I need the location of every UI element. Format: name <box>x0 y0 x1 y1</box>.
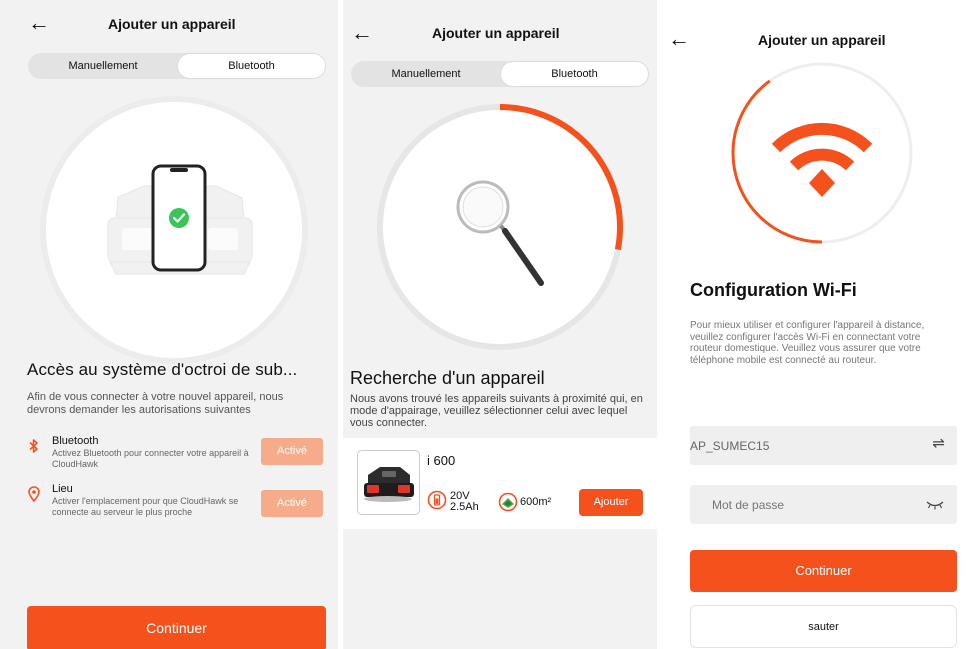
page-title: Ajouter un appareil <box>758 32 886 48</box>
tab-bluetooth[interactable]: Bluetooth <box>501 62 648 86</box>
battery-capacity: 2.5Ah <box>450 501 479 513</box>
device-card[interactable]: i 600 20V 2.5Ah 600m² Ajouter <box>343 438 657 529</box>
location-pin-icon <box>28 486 40 502</box>
wifi-configuration-screen: ← Ajouter un appareil Configuration Wi-F… <box>660 0 967 649</box>
lawn-area-icon <box>498 492 518 512</box>
continue-button[interactable]: Continuer <box>27 606 326 649</box>
password-input[interactable] <box>712 485 942 524</box>
check-icon <box>169 208 189 228</box>
skip-button[interactable]: sauter <box>690 605 957 648</box>
permission-bluetooth: Bluetooth Activez Bluetooth pour connect… <box>27 435 327 475</box>
permissions-heading: Accès au système d'octroi de sub... <box>27 360 298 379</box>
ssid-input[interactable] <box>690 426 920 465</box>
tab-manually[interactable]: Manuellement <box>351 61 501 87</box>
password-field[interactable] <box>690 485 957 524</box>
lawn-area: 600m² <box>520 496 552 508</box>
mode-tabs: Manuellement Bluetooth <box>351 61 649 87</box>
back-arrow-icon[interactable]: ← <box>351 22 373 44</box>
permission-description: Activez Bluetooth pour connecter votre a… <box>52 448 249 469</box>
eye-closed-icon[interactable] <box>925 499 945 511</box>
wifi-heading: Configuration Wi-Fi <box>690 280 857 300</box>
swap-arrows-icon[interactable]: ⇌ <box>932 436 945 451</box>
tab-manually[interactable]: Manuellement <box>28 53 178 79</box>
device-name: i 600 <box>427 453 456 468</box>
illustration-circle <box>40 96 308 364</box>
wifi-progress-ring <box>731 62 913 244</box>
continue-button[interactable]: Continuer <box>690 550 957 592</box>
search-subtitle: Nous avons trouvé les appareils suivants… <box>350 393 643 429</box>
permission-location: Lieu Activer l'emplacement pour que Clou… <box>27 483 327 535</box>
mower-thumbnail <box>357 450 420 515</box>
bluetooth-activate-button[interactable]: Activé <box>261 438 323 465</box>
wifi-subtitle: Pour mieux utiliser et configurer l'appa… <box>690 320 925 366</box>
back-arrow-icon[interactable]: ← <box>668 28 690 50</box>
add-device-button[interactable]: Ajouter <box>579 489 643 516</box>
battery-icon <box>427 490 447 510</box>
location-activate-button[interactable]: Activé <box>261 490 323 517</box>
tab-bluetooth[interactable]: Bluetooth <box>178 54 325 78</box>
page-title: Ajouter un appareil <box>432 25 560 41</box>
mode-tabs: Manuellement Bluetooth <box>28 53 326 79</box>
permission-title: Bluetooth <box>52 435 99 447</box>
bluetooth-permissions-screen: ← Ajouter un appareil Manuellement Bluet… <box>0 0 338 649</box>
search-heading: Recherche d'un appareil <box>350 368 545 388</box>
mower-phone-illustration <box>107 164 253 275</box>
ssid-field[interactable]: ⇌ <box>690 426 957 465</box>
search-progress-ring <box>377 104 623 350</box>
permission-title: Lieu <box>52 483 73 495</box>
bluetooth-icon <box>29 439 38 453</box>
page-title: Ajouter un appareil <box>108 16 236 32</box>
permissions-subtitle: Afin de vous connecter à votre nouvel ap… <box>27 391 284 416</box>
back-arrow-icon[interactable]: ← <box>28 12 50 34</box>
permission-description: Activer l'emplacement pour que CloudHawk… <box>52 496 239 517</box>
device-search-screen: ← Ajouter un appareil Manuellement Bluet… <box>343 0 657 649</box>
